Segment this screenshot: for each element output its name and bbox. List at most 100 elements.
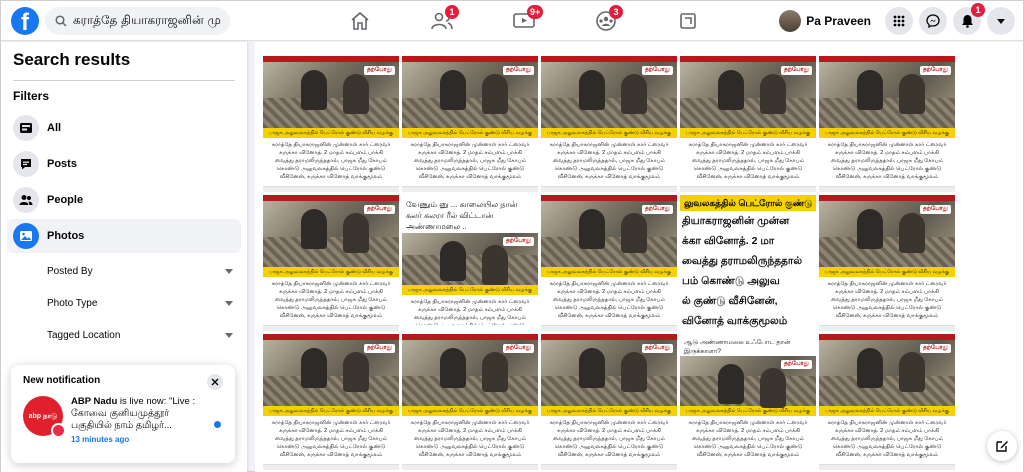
notification-text: ABP Nadu is live now: "Live : கோவை குனிய…: [71, 396, 211, 446]
divider: [13, 80, 235, 81]
news-caption: பாஜக அலுவலகத்தில் பெட்ரோல் குண்டு வீசிய …: [541, 406, 677, 416]
notifications-badge: 1: [971, 3, 985, 17]
sidebar-item-label: All: [47, 122, 62, 134]
news-photo: தற்போது: [263, 201, 399, 267]
filter-tagged-location[interactable]: Tagged Location: [47, 319, 233, 351]
news-photo: தற்போது: [402, 233, 538, 285]
menu-button[interactable]: [885, 7, 913, 35]
grid-menu-icon: [893, 15, 905, 27]
close-icon: [211, 378, 219, 386]
photo-tile[interactable]: தற்போது பாஜக அலுவலகத்தில் பெட்ரோல் குண்டு…: [402, 56, 538, 192]
news-body: கராத்தே தியாகராஜனின் முன்னாள் கார் ட்ரைவ…: [549, 142, 669, 180]
groups-badge: 3: [609, 5, 623, 19]
photo-tile-question[interactable]: ஆடு அண்ணாமலை உஃபோட தான் இருக்காளா? தற்போத…: [680, 334, 816, 470]
friends-badge: 1: [445, 5, 459, 19]
unread-dot: [214, 421, 221, 428]
search-icon: [55, 14, 67, 27]
news-body: கராத்தே தியாகராஜனின் முன்னாள் கார் ட்ரைவ…: [271, 281, 391, 319]
new-message-button[interactable]: [987, 431, 1017, 461]
news-photo: தற்போது: [402, 62, 538, 128]
watch-badge: 9+: [527, 5, 544, 19]
news-photo: தற்போது: [541, 201, 677, 267]
photo-tile-meme[interactable]: வேணும் னு ... காலையில தான் கலர் கலரா ரீல…: [402, 195, 538, 331]
photo-tile[interactable]: தற்போது பாஜக அலுவலகத்தில் பெட்ரோல் குண்டு…: [819, 56, 955, 192]
search-input[interactable]: [73, 13, 223, 28]
nav-watch[interactable]: 9+: [483, 1, 565, 41]
nav-friends[interactable]: 1: [401, 1, 483, 41]
notification-time: 13 minutes ago: [71, 435, 130, 444]
account-button[interactable]: [987, 7, 1015, 35]
news-caption: பாஜக அலுவலகத்தில் பெட்ரோல் குண்டு வீசிய …: [680, 128, 816, 138]
news-caption: பாஜக அலுவலகத்தில் பெட்ரோல் குண்டு வீசிய …: [402, 406, 538, 416]
notification-heading: New notification: [23, 375, 101, 386]
news-body: கராத்தே தியாகராஜனின் முன்னாள் கார் ட்ரைவ…: [271, 420, 391, 458]
news-photo: தற்போது: [541, 62, 677, 128]
chevron-down-icon: [225, 332, 233, 338]
photo-tile[interactable]: தற்போது பாஜக அலுவலகத்தில் பெட்ரோல் குண்டு…: [402, 334, 538, 470]
tile-footer: [819, 325, 955, 331]
photo-tile[interactable]: தற்போது பாஜக அலுவலகத்தில் பெட்ரோல் குண்டு…: [541, 334, 677, 470]
tile-footer: [263, 186, 399, 192]
messenger-button[interactable]: [919, 7, 947, 35]
facebook-logo-icon[interactable]: f: [11, 6, 39, 35]
news-body: கராத்தே தியாகராஜனின் முன்னாள் கார் ட்ரைவ…: [410, 299, 530, 325]
photo-results: தற்போது பாஜக அலுவலகத்தில் பெட்ரோல் குண்டு…: [255, 42, 1023, 472]
sidebar-item-photos[interactable]: Photos: [7, 219, 241, 253]
photo-tile[interactable]: தற்போது பாஜக அலுவலகத்தில் பெட்ரோல் குண்டு…: [263, 334, 399, 470]
tile-footer: [402, 186, 538, 192]
news-photo: தற்போது: [819, 340, 955, 406]
news-tag: தற்போது: [641, 344, 673, 353]
live-video-icon: [51, 423, 66, 438]
home-icon: [351, 12, 369, 30]
header-right: Pa Praveen 1: [776, 3, 1015, 35]
news-photo: தற்போது: [263, 340, 399, 406]
notifications-button[interactable]: 1: [953, 3, 985, 35]
zoomed-line: தியாகராஜனின் முன்ன: [682, 215, 790, 227]
sidebar-item-people[interactable]: People: [7, 183, 241, 217]
photo-tile[interactable]: தற்போது பாஜக அலுவலகத்தில் பெட்ரோல் குண்டு…: [541, 195, 677, 331]
nav-groups[interactable]: 3: [565, 1, 647, 41]
photo-tile[interactable]: தற்போது பாஜக அலுவலகத்தில் பெட்ரோல் குண்டு…: [680, 56, 816, 192]
all-icon: [13, 115, 39, 141]
tile-footer: [680, 186, 816, 192]
zoomed-line: பம் கொண்டு அலுவ: [682, 275, 780, 287]
notification-toast[interactable]: New notification abp நாடு ABP Nadu is li…: [11, 365, 235, 463]
news-photo: தற்போது: [263, 62, 399, 128]
avatar: [779, 10, 802, 32]
news-tag: தற்போது: [641, 205, 673, 214]
tile-footer: [541, 464, 677, 470]
gaming-icon: [680, 13, 696, 29]
messenger-icon: [926, 14, 940, 28]
filter-photo-type[interactable]: Photo Type: [47, 287, 233, 319]
photo-tile[interactable]: தற்போது பாஜக அலுவலகத்தில் பெட்ரோல் குண்டு…: [541, 56, 677, 192]
news-tag: தற்போது: [780, 66, 812, 75]
chevron-down-icon: [997, 18, 1005, 24]
nav-home[interactable]: [319, 1, 401, 41]
news-caption: பாஜக அலுவலகத்தில் பெட்ரோல் குண்டு வீசிய …: [263, 406, 399, 416]
photo-tile[interactable]: தற்போது பாஜக அலுவலகத்தில் பெட்ரோல் குண்டு…: [263, 195, 399, 331]
photo-tile[interactable]: தற்போது பாஜக அலுவலகத்தில் பெட்ரோல் குண்டு…: [819, 195, 955, 331]
profile-link[interactable]: Pa Praveen: [776, 7, 879, 35]
close-notification-button[interactable]: [207, 374, 223, 390]
filter-posted-by[interactable]: Posted By: [47, 255, 233, 287]
news-tag: தற்போது: [641, 66, 673, 75]
news-body: கராத்தே தியாகராஜனின் முன்னாள் கார் ட்ரைவ…: [271, 142, 391, 180]
photo-tile-zoomed[interactable]: லுவலகத்தில் பெட்ரோல் குண்டு தியாகராஜனின் …: [680, 195, 816, 331]
photo-tile[interactable]: தற்போது பாஜக அலுவலகத்தில் பெட்ரோல் குண்டு…: [263, 56, 399, 192]
nav-gaming[interactable]: [647, 1, 729, 41]
bell-icon: [961, 15, 973, 28]
notification-body: abp நாடு ABP Nadu is live now: "Live : க…: [23, 396, 223, 446]
photo-tile[interactable]: தற்போது பாஜக அலுவலகத்தில் பெட்ரோல் குண்டு…: [819, 334, 955, 470]
news-photo: தற்போது: [680, 356, 816, 406]
news-caption: பாஜக அலுவலகத்தில் பெட்ரோல் குண்டு வீசிய …: [541, 267, 677, 277]
sidebar-item-posts[interactable]: Posts: [7, 147, 241, 181]
news-body: கராத்தே தியாகராஜனின் முன்னாள் கார் ட்ரைவ…: [827, 281, 947, 319]
news-caption: பாஜக அலுவலகத்தில் பெட்ரோல் குண்டு வீசிய …: [263, 128, 399, 138]
sidebar-item-all[interactable]: All: [7, 111, 241, 145]
news-photo: தற்போது: [541, 340, 677, 406]
sidebar-item-label: Posts: [47, 158, 77, 170]
sidebar-item-label: Photos: [47, 230, 85, 242]
search-box[interactable]: [45, 6, 230, 35]
news-tag: தற்போது: [363, 344, 395, 353]
news-tag: தற்போது: [363, 66, 395, 75]
